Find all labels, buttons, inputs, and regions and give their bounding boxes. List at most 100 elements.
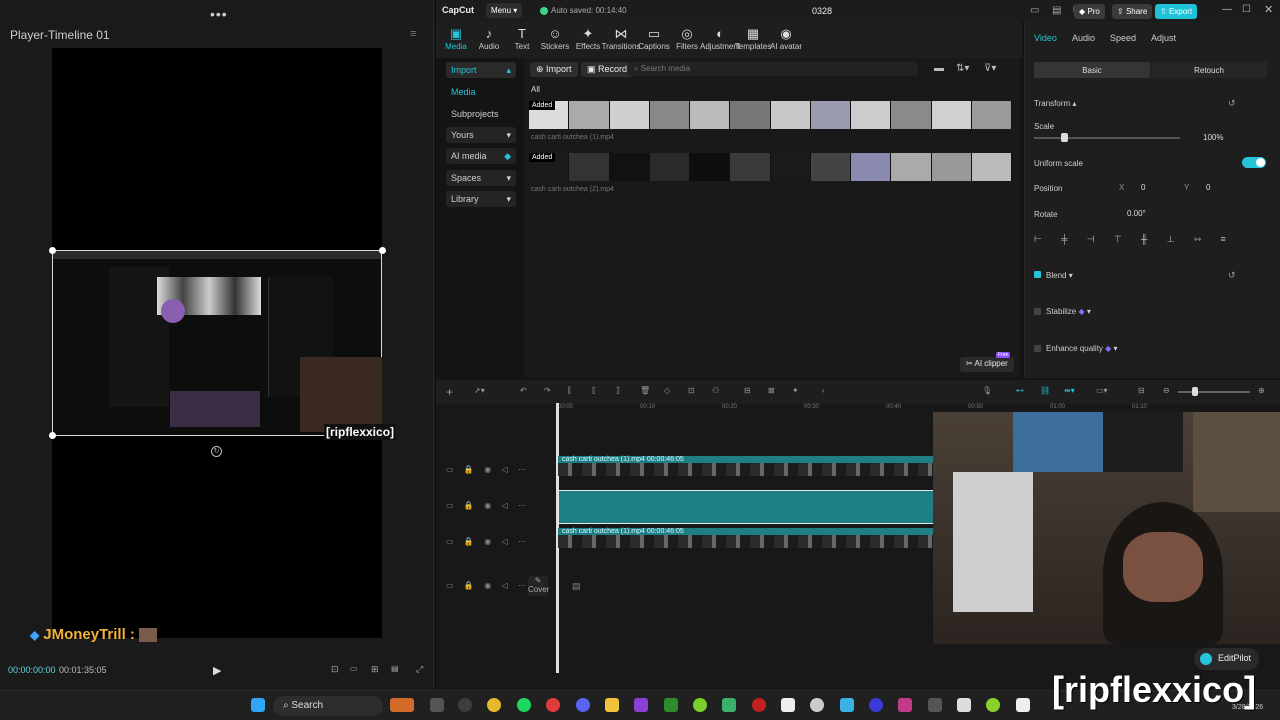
app-icon[interactable] [840,698,854,712]
full-icon[interactable]: ▭ [350,664,358,673]
app-icon[interactable] [458,698,472,712]
resize-handle-bl[interactable] [49,432,56,439]
lock-icon[interactable]: 🔒 [464,501,474,510]
export-button[interactable]: ⇧ Export [1155,4,1198,19]
timeline-main-track[interactable] [558,490,936,524]
filter-all[interactable]: All [531,85,540,94]
maximize-icon[interactable]: ☐ [1242,4,1251,15]
align-right-icon[interactable]: ⊣ [1087,234,1095,245]
discord-icon[interactable] [576,698,590,712]
freeze-icon[interactable]: ⊟ [744,386,751,395]
eye-icon[interactable]: ◉ [484,581,491,590]
subtab-basic[interactable]: Basic [1034,62,1150,78]
spotify-icon[interactable] [517,698,531,712]
split-left-icon[interactable]: ⟦ [592,386,596,395]
eye-icon[interactable]: ◉ [484,465,491,474]
sidebar-item-ai-media[interactable]: AI media ◆ [446,148,516,164]
more-icon[interactable]: ⋯ [518,501,526,510]
capcut-icon[interactable] [781,698,795,712]
app-icon[interactable] [1016,698,1030,712]
align-bottom-icon[interactable]: ⊥ [1167,234,1175,245]
sidebar-item-yours[interactable]: Yours ▾ [446,127,516,143]
panel-icon[interactable]: ▤ [1052,5,1061,16]
taskview-icon[interactable] [430,698,444,712]
undo-icon[interactable]: ↶ [520,386,527,395]
redo-icon[interactable]: ↷ [544,386,551,395]
editpilot-button[interactable]: EditPilot [1194,648,1260,670]
app-icon[interactable] [693,698,707,712]
weather-icon[interactable] [390,698,414,712]
app-icon[interactable] [722,698,736,712]
magic-icon[interactable]: ✦ [792,386,799,395]
pos-y-field[interactable]: 0 [1206,183,1210,192]
xbox-icon[interactable] [664,698,678,712]
timeline-track-1[interactable]: cash carti outchea (1).mp4 00:00:46:05 [558,456,936,476]
delete-icon[interactable]: 🗑 [640,386,650,395]
stabilize-checkbox[interactable] [1034,308,1041,315]
mic-icon[interactable]: 🎙 [982,386,992,395]
collapse-icon[interactable]: ‹ [822,386,825,395]
fullscreen-icon[interactable]: ⤢ [416,664,423,675]
align-left-icon[interactable]: ⊢ [1034,234,1042,245]
more-options-icon[interactable]: ••• [210,6,228,22]
layout-icon[interactable]: ▭ [1030,5,1039,16]
magnet-icon[interactable]: ⊷ [1016,386,1024,395]
project-name[interactable]: 0328 [812,6,832,16]
audio-icon[interactable]: ◁ [502,501,508,510]
app-icon[interactable] [986,698,1000,712]
sidebar-item-media[interactable]: Media [446,84,516,100]
app-icon[interactable] [869,698,883,712]
play-icon[interactable]: ▶ [213,664,221,677]
lock-icon[interactable]: 🔒 [464,581,474,590]
sort-icon[interactable]: ⇅▾ [956,63,969,74]
preview-axis-icon[interactable]: ⇹▾ [1064,386,1075,395]
resize-handle-tl[interactable] [49,247,56,254]
scale-slider-thumb[interactable] [1061,133,1068,142]
taskbar-search[interactable]: ⌕ Search [273,696,383,716]
app-icon[interactable] [957,698,971,712]
media-clip-2[interactable]: Added [529,153,1012,181]
distribute-h-icon[interactable]: ⇿ [1194,234,1202,245]
app-icon[interactable] [928,698,942,712]
resize-handle-tr[interactable] [379,247,386,254]
app-icon[interactable] [634,698,648,712]
app-icon[interactable] [898,698,912,712]
close-icon[interactable]: ✕ [1264,3,1273,16]
cover-button[interactable]: ✎ Cover [528,576,549,596]
rotate-handle-icon[interactable]: ↻ [211,446,222,457]
sidebar-item-library[interactable]: Library ▾ [446,191,516,207]
scale-slider[interactable] [1034,137,1180,139]
distribute-v-icon[interactable]: ≡ [1221,234,1226,245]
sidebar-item-import[interactable]: Import ▴ [446,62,516,78]
preview-clip-frame[interactable] [52,250,382,436]
zoom-slider-thumb[interactable] [1192,387,1198,396]
enhance-checkbox[interactable] [1034,345,1041,352]
folder-icon[interactable] [605,698,619,712]
opera-icon[interactable] [546,698,560,712]
fit-icon[interactable]: ⊞ [371,664,379,675]
link-icon[interactable]: ⛓ [1040,386,1050,395]
more-icon[interactable]: ⋯ [518,537,526,546]
lock-icon[interactable]: 🔒 [464,537,474,546]
menu-button[interactable]: Menu ▾ [486,3,523,18]
share-button[interactable]: ⇪ Share [1112,4,1153,19]
windows-start-icon[interactable] [251,698,265,712]
eye-icon[interactable]: ◉ [484,501,491,510]
ai-clipper-button[interactable]: ✂ AI clipper [960,357,1014,372]
sidebar-item-spaces[interactable]: Spaces ▾ [446,170,516,186]
scale-value[interactable]: 100% [1203,133,1223,142]
sidebar-item-subprojects[interactable]: Subprojects [446,106,516,122]
zoom-slider[interactable] [1178,391,1250,393]
blend-reset-icon[interactable]: ↺ [1228,270,1236,281]
rotate-value[interactable]: 0.00° [1127,209,1146,218]
ratio-icon[interactable]: ▤ [391,664,399,673]
align-top-icon[interactable]: ⊤ [1114,234,1122,245]
select-icon[interactable]: ➚▾ [474,386,485,395]
audio-icon[interactable]: ◁ [502,581,508,590]
split-right-icon[interactable]: ⟧ [616,386,620,395]
pro-button[interactable]: ◆ Pro [1074,4,1105,19]
eye-icon[interactable]: ◉ [484,537,491,546]
split-icon[interactable]: ⫿ [568,386,571,396]
uniform-scale-toggle[interactable] [1242,157,1266,168]
app-icon[interactable] [752,698,766,712]
